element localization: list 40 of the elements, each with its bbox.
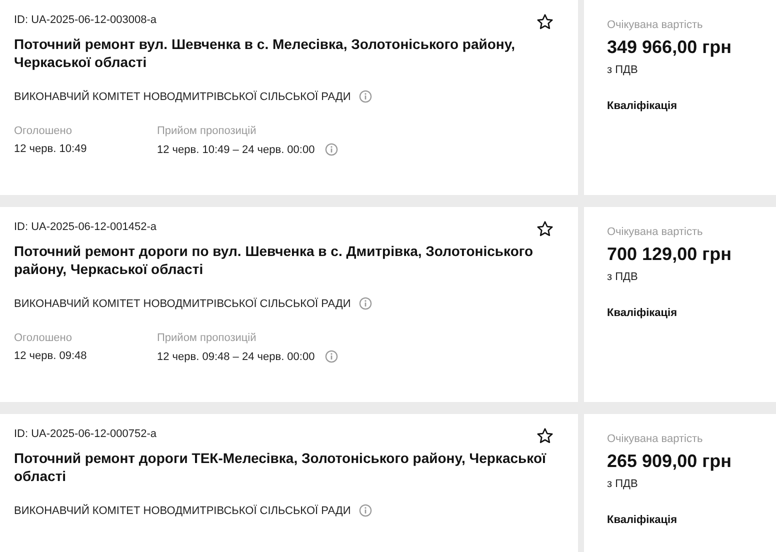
- info-icon[interactable]: [358, 297, 372, 310]
- tender-id: ID: UA-2025-06-12-000752-a: [14, 428, 156, 440]
- tender-card[interactable]: ID: UA-2025-06-12-000752-a Поточний ремонт дороги ТЕК-Мелесівка, Золотоніського району, Черкаської області ВИКОНАВЧИЙ КОМІТЕТ НОВОДМИТРІВСЬКОЇ СІЛЬСЬКОЇ РАДИ: [0, 414, 578, 552]
- period-label: Прийом пропозицій: [157, 125, 258, 137]
- announced-label: Оголошено: [14, 332, 73, 344]
- stage-label: Кваліфікація: [607, 100, 678, 112]
- star-icon[interactable]: [536, 427, 554, 445]
- tender-card[interactable]: [0, 0, 578, 195]
- stage-label: Кваліфікація: [607, 307, 678, 319]
- vat-note: з ПДВ: [607, 271, 638, 283]
- announced-label: Оголошено: [14, 125, 73, 137]
- expected-value: 265 909,00 грн: [607, 451, 732, 472]
- tender-title[interactable]: Поточний ремонт дороги по вул. Шевченка в с. Дмитрівка, Золотоніського району, Черкаської області: [14, 242, 546, 278]
- expected-value: 349 966,00 грн: [607, 37, 732, 58]
- tender-id: ID: UA-2025-06-12-001452-a: [14, 221, 156, 233]
- info-icon[interactable]: [324, 350, 338, 363]
- info-icon[interactable]: [324, 143, 338, 156]
- expected-value: 700 129,00 грн: [607, 244, 732, 265]
- announced-date: 12 черв. 10:49: [14, 143, 88, 155]
- value-label: Очікувана вартість: [607, 433, 703, 445]
- organizer-name: ВИКОНАВЧИЙ КОМІТЕТ НОВОДМИТРІВСЬКОЇ СІЛЬСЬКОЇ РАДИ: [14, 90, 351, 102]
- stage-label: Кваліфікація: [607, 514, 678, 526]
- organizer-name: ВИКОНАВЧИЙ КОМІТЕТ НОВОДМИТРІВСЬКОЇ СІЛЬСЬКОЇ РАДИ: [14, 298, 351, 310]
- tender-id: ID: UA-2025-06-12-003008-a: [14, 14, 156, 26]
- value-label: Очікувана вартість: [607, 226, 703, 238]
- period-dates: 12 черв. 09:48 – 24 черв. 00:00: [157, 350, 315, 362]
- tender-title[interactable]: Поточний ремонт вул. Шевченка в с. Мелесівка, Золотоніського району, Черкаської області: [14, 35, 546, 71]
- info-icon[interactable]: [358, 504, 372, 517]
- tender-card[interactable]: [0, 207, 578, 402]
- tender-title[interactable]: Поточний ремонт дороги ТЕК-Мелесівка, Золотоніського району, Черкаської області: [14, 449, 546, 485]
- star-icon[interactable]: [536, 220, 554, 238]
- star-icon[interactable]: [536, 13, 554, 31]
- vat-note: з ПДВ: [607, 64, 638, 76]
- period-label: Прийом пропозицій: [157, 332, 258, 344]
- announced-date: 12 черв. 09:48: [14, 350, 88, 362]
- info-icon[interactable]: [358, 90, 372, 103]
- vat-note: з ПДВ: [607, 478, 638, 490]
- organizer-name: ВИКОНАВЧИЙ КОМІТЕТ НОВОДМИТРІВСЬКОЇ СІЛЬСЬКОЇ РАДИ: [14, 504, 351, 516]
- period-dates: 12 черв. 10:49 – 24 черв. 00:00: [157, 144, 315, 156]
- value-label: Очікувана вартість: [607, 19, 703, 31]
